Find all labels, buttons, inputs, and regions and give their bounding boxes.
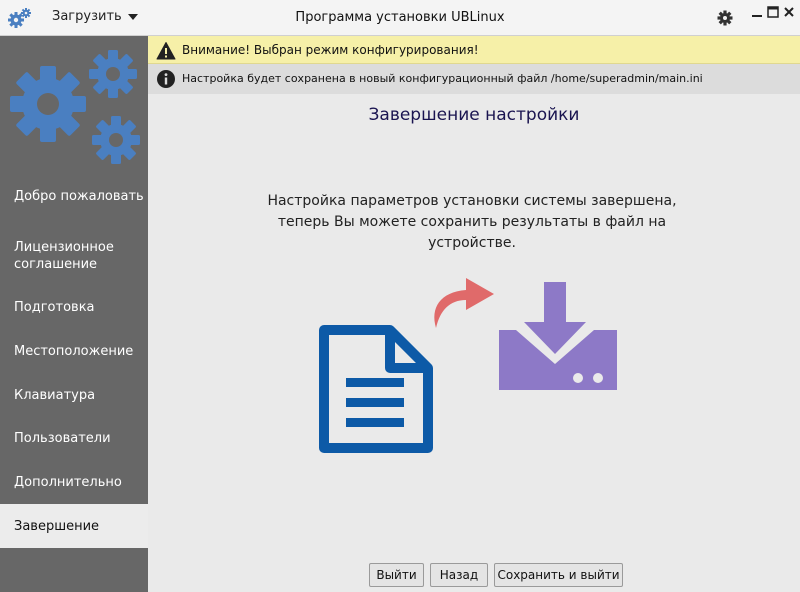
download-to-drive-icon: [499, 282, 617, 390]
sidebar-item-finish[interactable]: Завершение: [0, 504, 148, 548]
back-button[interactable]: Назад: [430, 563, 488, 587]
exit-button[interactable]: Выйти: [369, 563, 424, 587]
sidebar-item-additional[interactable]: Дополнительно: [0, 461, 148, 503]
curved-arrow-icon: [434, 278, 494, 328]
sidebar-item-label: Лицензионное соглашение: [14, 240, 114, 272]
sidebar-item-label: Добро пожаловать: [14, 188, 144, 204]
sidebar-item-label: Дополнительно: [14, 474, 122, 490]
save-and-exit-button[interactable]: Сохранить и выйти: [494, 563, 623, 587]
sidebar-item-label: Местоположение: [14, 343, 134, 359]
gears-logo-icon: [10, 50, 140, 164]
sidebar-item-keyboard[interactable]: Клавиатура: [0, 374, 148, 416]
sidebar-item-welcome[interactable]: Добро пожаловать: [0, 174, 148, 218]
minimize-icon[interactable]: [751, 6, 763, 18]
sidebar-item-location[interactable]: Местоположение: [0, 330, 148, 372]
info-text: Настройка будет сохранена в новый конфиг…: [182, 72, 703, 85]
sidebar: Добро пожаловать Лицензионное соглашение…: [0, 36, 148, 592]
window-title: Программа установки UBLinux: [295, 10, 505, 25]
document-icon: [319, 325, 433, 453]
sidebar-item-label: Завершение: [14, 518, 100, 534]
sidebar-item-label: Подготовка: [14, 299, 95, 315]
gear-icon[interactable]: [716, 9, 734, 27]
info-icon: [157, 70, 175, 88]
sidebar-item-label: Клавиатура: [14, 387, 96, 403]
sidebar-item-license[interactable]: Лицензионное соглашение: [0, 234, 148, 278]
completion-message: Настройка параметров установки системы з…: [267, 193, 677, 251]
title-bar: Загрузить Программа установки UBLinux: [0, 0, 800, 36]
sidebar-item-preparation[interactable]: Подготовка: [0, 286, 148, 328]
warning-banner: Внимание! Выбран режим конфигурирования!: [148, 36, 800, 64]
close-icon[interactable]: [783, 6, 795, 18]
page-title: Завершение настройки: [368, 105, 580, 125]
sidebar-item-label: Пользователи: [14, 430, 111, 446]
warning-icon: [156, 42, 176, 60]
maximize-icon[interactable]: [767, 6, 779, 18]
info-banner: Настройка будет сохранена в новый конфиг…: [148, 64, 800, 94]
warning-text: Внимание! Выбран режим конфигурирования!: [182, 43, 479, 57]
sidebar-item-users[interactable]: Пользователи: [0, 417, 148, 459]
